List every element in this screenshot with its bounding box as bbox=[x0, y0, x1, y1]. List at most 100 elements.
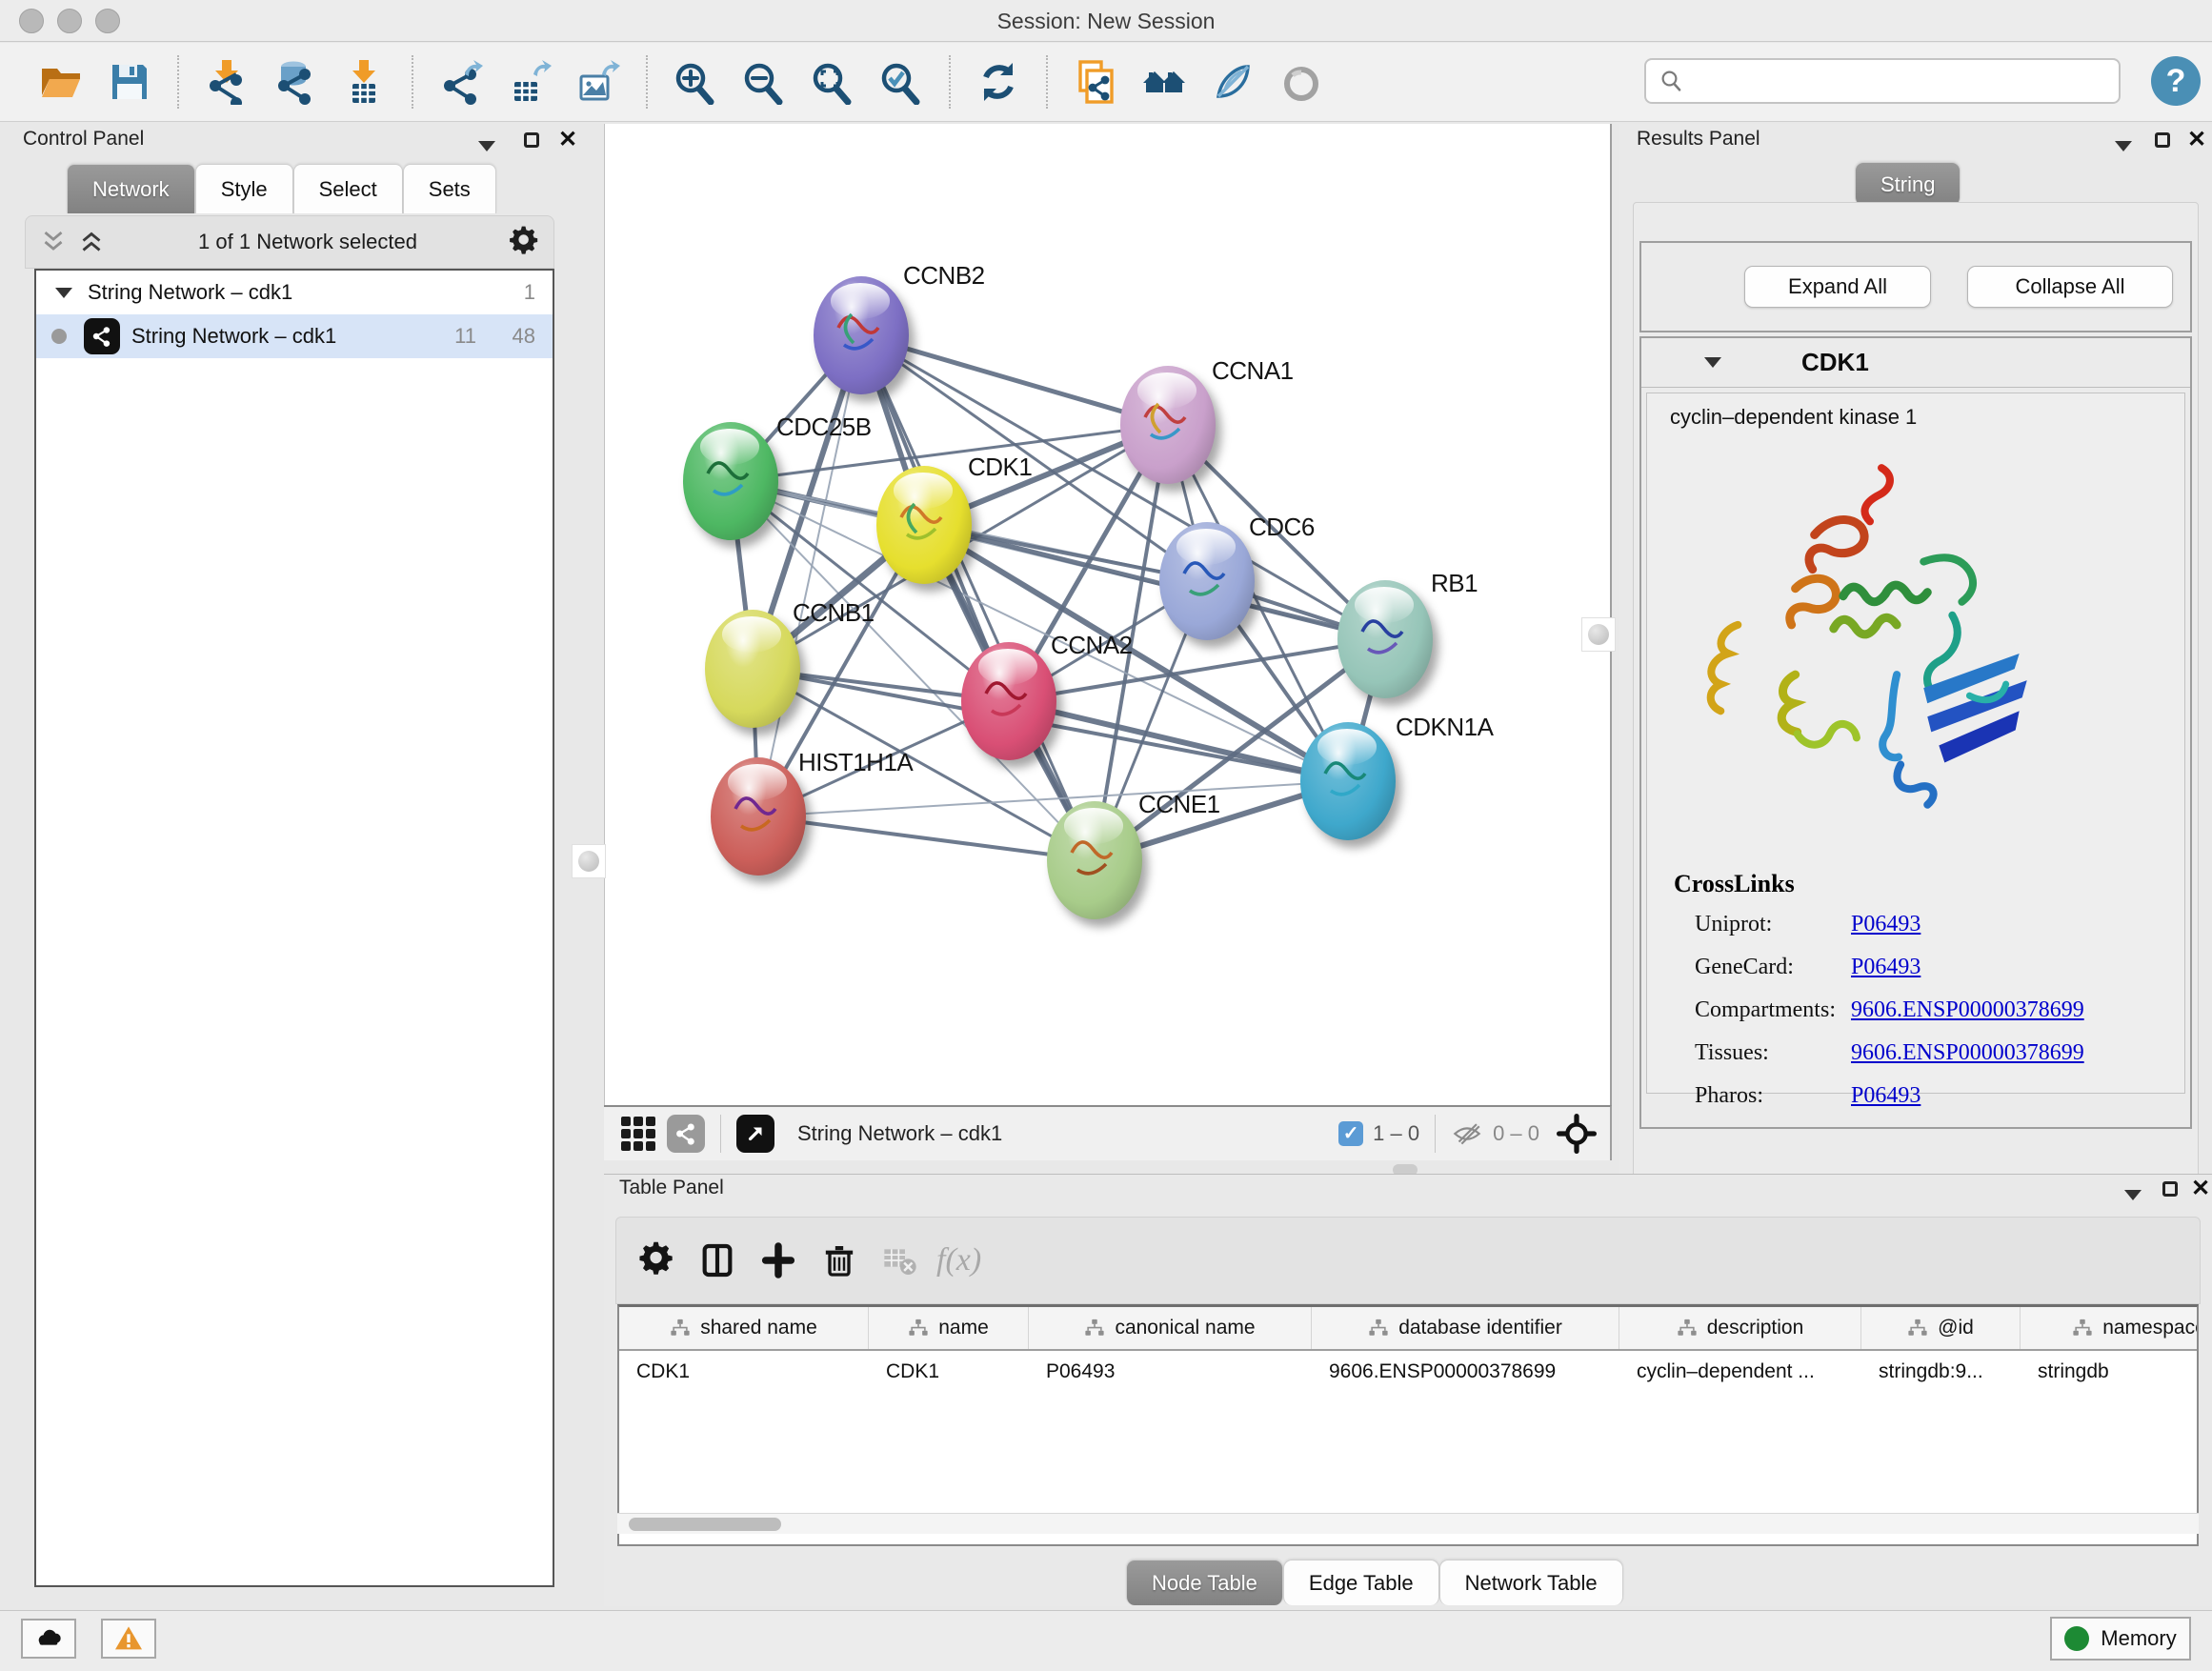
column-header-canonical-name[interactable]: canonical name bbox=[1029, 1307, 1312, 1349]
save-session-button[interactable] bbox=[102, 54, 157, 110]
collapse-all-icon[interactable] bbox=[37, 226, 70, 258]
column-header-description[interactable]: description bbox=[1619, 1307, 1861, 1349]
network-edge-CDK1-RB1[interactable] bbox=[924, 525, 1385, 639]
results-content-box: Expand All Collapse All CDK1 cyclin–depe… bbox=[1633, 202, 2199, 1225]
network-node-CCNB2[interactable] bbox=[814, 276, 909, 394]
show-hide-graphics-button[interactable] bbox=[1205, 54, 1260, 110]
zoom-selected-button[interactable] bbox=[874, 54, 929, 110]
table-cell[interactable]: CDK1 bbox=[869, 1360, 1029, 1383]
crosslink-link[interactable]: P06493 bbox=[1851, 955, 1920, 980]
network-share-icon[interactable] bbox=[667, 1115, 705, 1153]
zoom-out-button[interactable] bbox=[736, 54, 792, 110]
table-cell[interactable]: stringdb:9... bbox=[1861, 1360, 2021, 1383]
show-columns-icon[interactable] bbox=[693, 1236, 742, 1285]
help-button[interactable]: ? bbox=[2151, 56, 2201, 106]
expand-all-icon[interactable] bbox=[75, 226, 108, 258]
network-node-CDC25B[interactable] bbox=[683, 422, 778, 540]
delete-column-trash-icon[interactable] bbox=[814, 1236, 864, 1285]
tab-select[interactable]: Select bbox=[293, 164, 403, 213]
import-network-file-button[interactable] bbox=[199, 54, 254, 110]
crosslink-link[interactable]: 9606.ENSP00000378699 bbox=[1851, 997, 2084, 1023]
column-header-namespace[interactable]: namespace bbox=[2021, 1307, 2199, 1349]
network-node-CCNB1[interactable] bbox=[705, 610, 800, 728]
network-node-CCNA2[interactable] bbox=[961, 642, 1056, 760]
tab-style[interactable]: Style bbox=[195, 164, 293, 213]
export-table-button[interactable] bbox=[502, 54, 557, 110]
crosslink-link[interactable]: P06493 bbox=[1851, 912, 1920, 937]
network-options-gear-icon[interactable] bbox=[508, 226, 540, 258]
network-collection-row[interactable]: String Network – cdk1 1 bbox=[36, 271, 553, 314]
results-panel-close-icon[interactable]: ✕ bbox=[2187, 126, 2206, 153]
warning-status-button[interactable] bbox=[101, 1619, 156, 1659]
memory-button[interactable]: Memory bbox=[2050, 1617, 2191, 1661]
table-options-gear-icon[interactable] bbox=[632, 1236, 681, 1285]
table-row[interactable]: CDK1CDK1P064939606.ENSP00000378699cyclin… bbox=[619, 1351, 2197, 1393]
network-row-selected[interactable]: String Network – cdk1 11 48 bbox=[36, 314, 553, 358]
network-node-CDK1[interactable] bbox=[876, 466, 972, 584]
network-node-CDC6[interactable] bbox=[1159, 522, 1255, 640]
column-header-shared-name[interactable]: shared name bbox=[619, 1307, 869, 1349]
search-input[interactable] bbox=[1694, 69, 2119, 93]
table-cell[interactable]: CDK1 bbox=[619, 1360, 869, 1383]
network-node-CCNA1[interactable] bbox=[1120, 366, 1216, 484]
network-node-CDKN1A[interactable] bbox=[1300, 722, 1396, 840]
right-splitter-handle[interactable] bbox=[1581, 617, 1616, 652]
expand-all-button[interactable]: Expand All bbox=[1744, 266, 1931, 308]
column-header-name[interactable]: name bbox=[869, 1307, 1029, 1349]
selected-checkbox-icon[interactable]: ✓ bbox=[1338, 1121, 1363, 1146]
network-edge-CCNB2-CCNE1[interactable] bbox=[861, 335, 1095, 860]
control-panel-float-icon[interactable] bbox=[524, 131, 539, 153]
table-cell[interactable]: stringdb bbox=[2021, 1360, 2199, 1383]
protein-collapse-icon[interactable] bbox=[1704, 357, 1721, 368]
table-panel-close-icon[interactable]: ✕ bbox=[2191, 1175, 2210, 1202]
network-edge-HIST1H1A-CCNE1[interactable] bbox=[758, 816, 1095, 860]
import-table-button[interactable] bbox=[336, 54, 392, 110]
results-tab-string[interactable]: String bbox=[1855, 162, 1961, 206]
network-edge-CCNB2-HIST1H1A[interactable] bbox=[758, 335, 861, 816]
network-node-RB1[interactable] bbox=[1337, 580, 1433, 698]
table-tab-network-table[interactable]: Network Table bbox=[1439, 1560, 1623, 1605]
table-cell[interactable]: 9606.ENSP00000378699 bbox=[1312, 1360, 1619, 1383]
collapse-all-button[interactable]: Collapse All bbox=[1967, 266, 2173, 308]
create-column-icon[interactable] bbox=[754, 1236, 803, 1285]
open-session-button[interactable] bbox=[33, 54, 89, 110]
protein-section-header[interactable]: CDK1 bbox=[1641, 338, 2190, 388]
export-network-button[interactable] bbox=[433, 54, 489, 110]
tab-network[interactable]: Network bbox=[67, 164, 195, 213]
export-image-button[interactable] bbox=[571, 54, 626, 110]
network-edge-CCNA2-CDKN1A[interactable] bbox=[1009, 701, 1348, 781]
control-panel-close-icon[interactable]: ✕ bbox=[558, 126, 577, 153]
fit-content-crosshair-icon[interactable] bbox=[1557, 1114, 1597, 1154]
table-tab-node-table[interactable]: Node Table bbox=[1126, 1560, 1283, 1605]
import-network-database-button[interactable] bbox=[268, 54, 323, 110]
table-tab-edge-table[interactable]: Edge Table bbox=[1283, 1560, 1439, 1605]
table-horizontal-scrollbar[interactable] bbox=[617, 1513, 2199, 1534]
table-cell[interactable]: P06493 bbox=[1029, 1360, 1312, 1383]
left-splitter-handle[interactable] bbox=[572, 844, 606, 878]
table-cell[interactable]: cyclin–dependent ... bbox=[1619, 1360, 1861, 1383]
column-header-database-identifier[interactable]: database identifier bbox=[1312, 1307, 1619, 1349]
clone-network-button[interactable] bbox=[1068, 54, 1123, 110]
open-in-new-window-icon[interactable] bbox=[736, 1115, 774, 1153]
network-canvas[interactable]: CCNB2CCNA1CDC25BCDK1CDC6RB1CCNB1CCNA2CDK… bbox=[604, 124, 1612, 1105]
cloud-status-button[interactable] bbox=[21, 1619, 76, 1659]
collection-expand-icon[interactable] bbox=[55, 288, 72, 298]
graphics-details-button[interactable] bbox=[1274, 54, 1329, 110]
network-node-CCNE1[interactable] bbox=[1047, 801, 1142, 919]
tab-sets[interactable]: Sets bbox=[403, 164, 496, 213]
refresh-view-button[interactable] bbox=[971, 54, 1026, 110]
zoom-fit-button[interactable] bbox=[805, 54, 860, 110]
crosslink-link[interactable]: 9606.ENSP00000378699 bbox=[1851, 1040, 2084, 1066]
results-panel-float-icon[interactable] bbox=[2155, 131, 2170, 153]
table-panel-collapse-icon[interactable] bbox=[2124, 1184, 2142, 1206]
results-panel-collapse-icon[interactable] bbox=[2115, 135, 2132, 157]
search-box[interactable] bbox=[1644, 58, 2121, 104]
control-panel-collapse-icon[interactable] bbox=[478, 135, 495, 157]
column-header--id[interactable]: @id bbox=[1861, 1307, 2021, 1349]
first-neighbors-button[interactable] bbox=[1136, 54, 1192, 110]
birdseye-grid-icon[interactable] bbox=[621, 1117, 655, 1151]
crosslink-link[interactable]: P06493 bbox=[1851, 1083, 1920, 1109]
network-node-HIST1H1A[interactable] bbox=[711, 757, 806, 876]
zoom-in-button[interactable] bbox=[668, 54, 723, 110]
table-panel-float-icon[interactable] bbox=[2162, 1180, 2178, 1202]
